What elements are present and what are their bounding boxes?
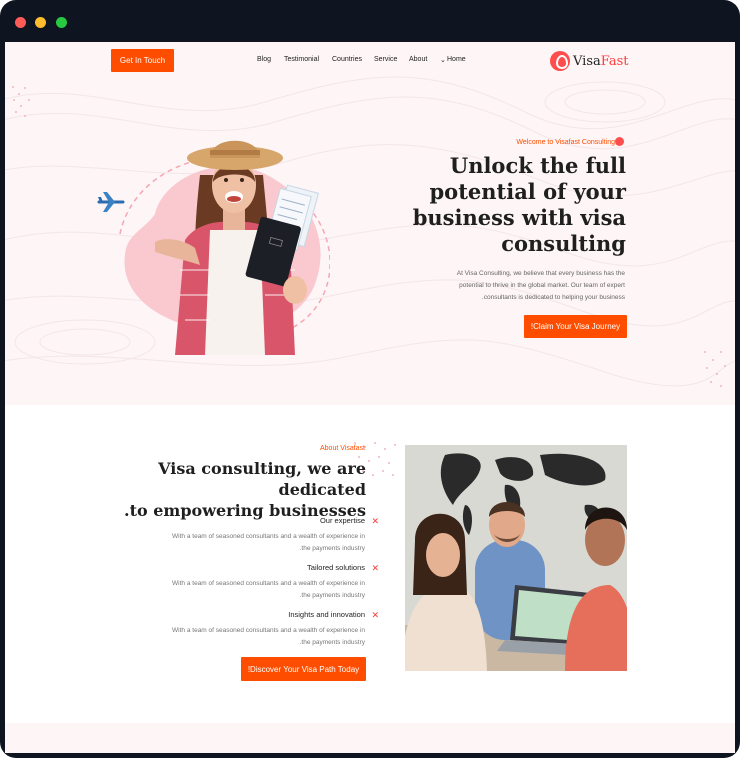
nav-item-service[interactable]: Service (374, 56, 397, 63)
hero-title: Unlock the full potential of your busine… (412, 153, 626, 256)
airplane-icon (97, 192, 125, 212)
feature-description: With a team of seasoned consultants and … (172, 580, 365, 599)
about-section: About Visafast Visa consulting, we are d… (5, 405, 735, 723)
about-title: Visa consulting, we are dedicated .to em… (124, 459, 366, 520)
location-pin-icon (550, 51, 570, 71)
hero-description: At Visa Consulting, we believe that ever… (456, 270, 625, 301)
feature-description: With a team of seasoned consultants and … (172, 533, 365, 552)
nav-item-testimonial[interactable]: Testimonial (284, 56, 319, 63)
welcome-tagline: Welcome to Visafast Consulting (516, 139, 615, 146)
minimize-window-button[interactable] (35, 17, 46, 28)
x-mark-icon: ✕ (371, 610, 379, 620)
feature-title: Tailored solutions (307, 563, 365, 572)
feature-item: ✕ Insights and innovation With a team of… (105, 610, 379, 649)
feature-title: Our expertise (319, 516, 365, 525)
feature-description: With a team of seasoned consultants and … (172, 627, 365, 646)
nav-item-home[interactable]: Home (447, 56, 466, 63)
page-viewport: Get In Touch Blog Testimonial Countries … (5, 42, 735, 753)
feature-item: ✕ Tailored solutions With a team of seas… (105, 563, 379, 602)
claim-visa-journey-button[interactable]: !Claim Your Visa Journey (524, 315, 627, 338)
maximize-window-button[interactable] (56, 17, 67, 28)
site-logo[interactable]: VisaFast (550, 50, 630, 72)
hero-woman-illustration (155, 140, 319, 355)
team-meeting-photo (405, 445, 627, 671)
x-mark-icon: ✕ (371, 563, 379, 573)
nav-item-blog[interactable]: Blog (257, 56, 271, 63)
chevron-down-icon: ⌄ (440, 57, 446, 64)
discover-visa-path-button[interactable]: !Discover Your Visa Path Today (241, 657, 366, 681)
hero-section: Get In Touch Blog Testimonial Countries … (5, 42, 735, 405)
get-in-touch-button[interactable]: Get In Touch (111, 49, 174, 72)
x-mark-icon: ✕ (371, 516, 379, 526)
about-label: About Visafast (319, 445, 365, 452)
feature-item: ✕ Our expertise With a team of seasoned … (105, 516, 379, 555)
arrow-right-icon (615, 137, 624, 146)
window-titlebar (0, 0, 740, 42)
nav-item-countries[interactable]: Countries (332, 56, 362, 63)
logo-text: VisaFast (573, 53, 629, 69)
nav-item-about[interactable]: About (409, 56, 427, 63)
close-window-button[interactable] (15, 17, 26, 28)
browser-window: Get In Touch Blog Testimonial Countries … (0, 0, 740, 758)
feature-title: Insights and innovation (288, 610, 365, 619)
next-section-preview (5, 723, 735, 753)
